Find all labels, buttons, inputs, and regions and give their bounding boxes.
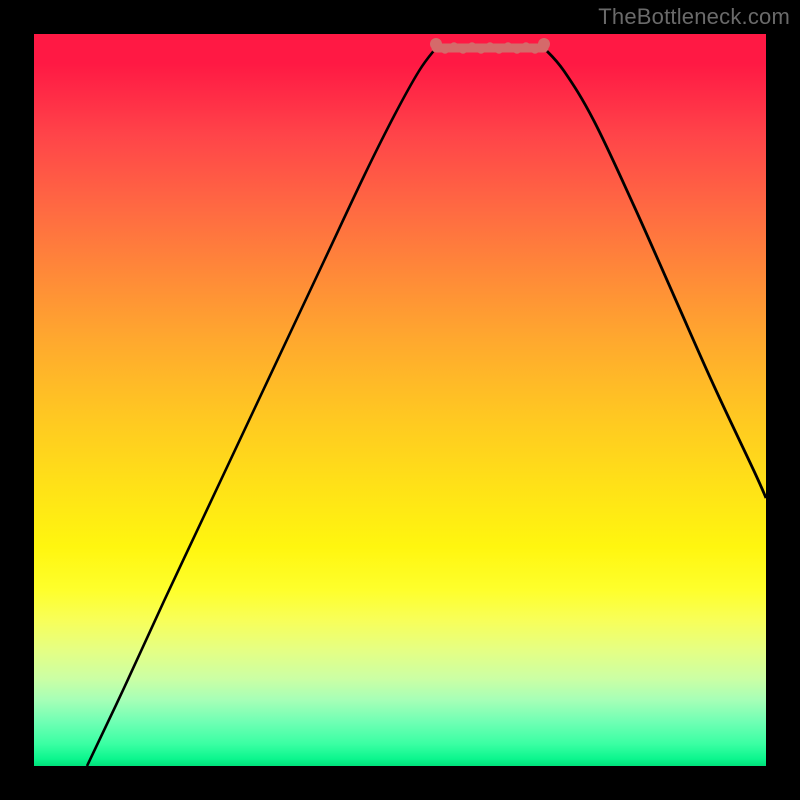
flat-band-dot (495, 45, 504, 54)
watermark-text: TheBottleneck.com (598, 4, 790, 30)
flat-band-dot (486, 42, 495, 51)
flat-band-dot (504, 42, 513, 51)
flat-band-dot (531, 45, 540, 54)
flat-band-dot (522, 42, 531, 51)
plot-area (34, 34, 766, 766)
flat-band-dot (477, 45, 486, 54)
chart-svg (34, 34, 766, 766)
chart-frame: TheBottleneck.com (0, 0, 800, 800)
flat-band-dot (513, 45, 522, 54)
curve-right-line (544, 48, 766, 498)
flat-band-end-dot (538, 38, 550, 50)
flat-band-dot (468, 42, 477, 51)
flat-band-dot (450, 42, 459, 51)
flat-band-dot (459, 45, 468, 54)
flat-band-dot (441, 45, 450, 54)
flat-band-start-dot (430, 38, 442, 50)
curve-left-line (87, 48, 436, 766)
